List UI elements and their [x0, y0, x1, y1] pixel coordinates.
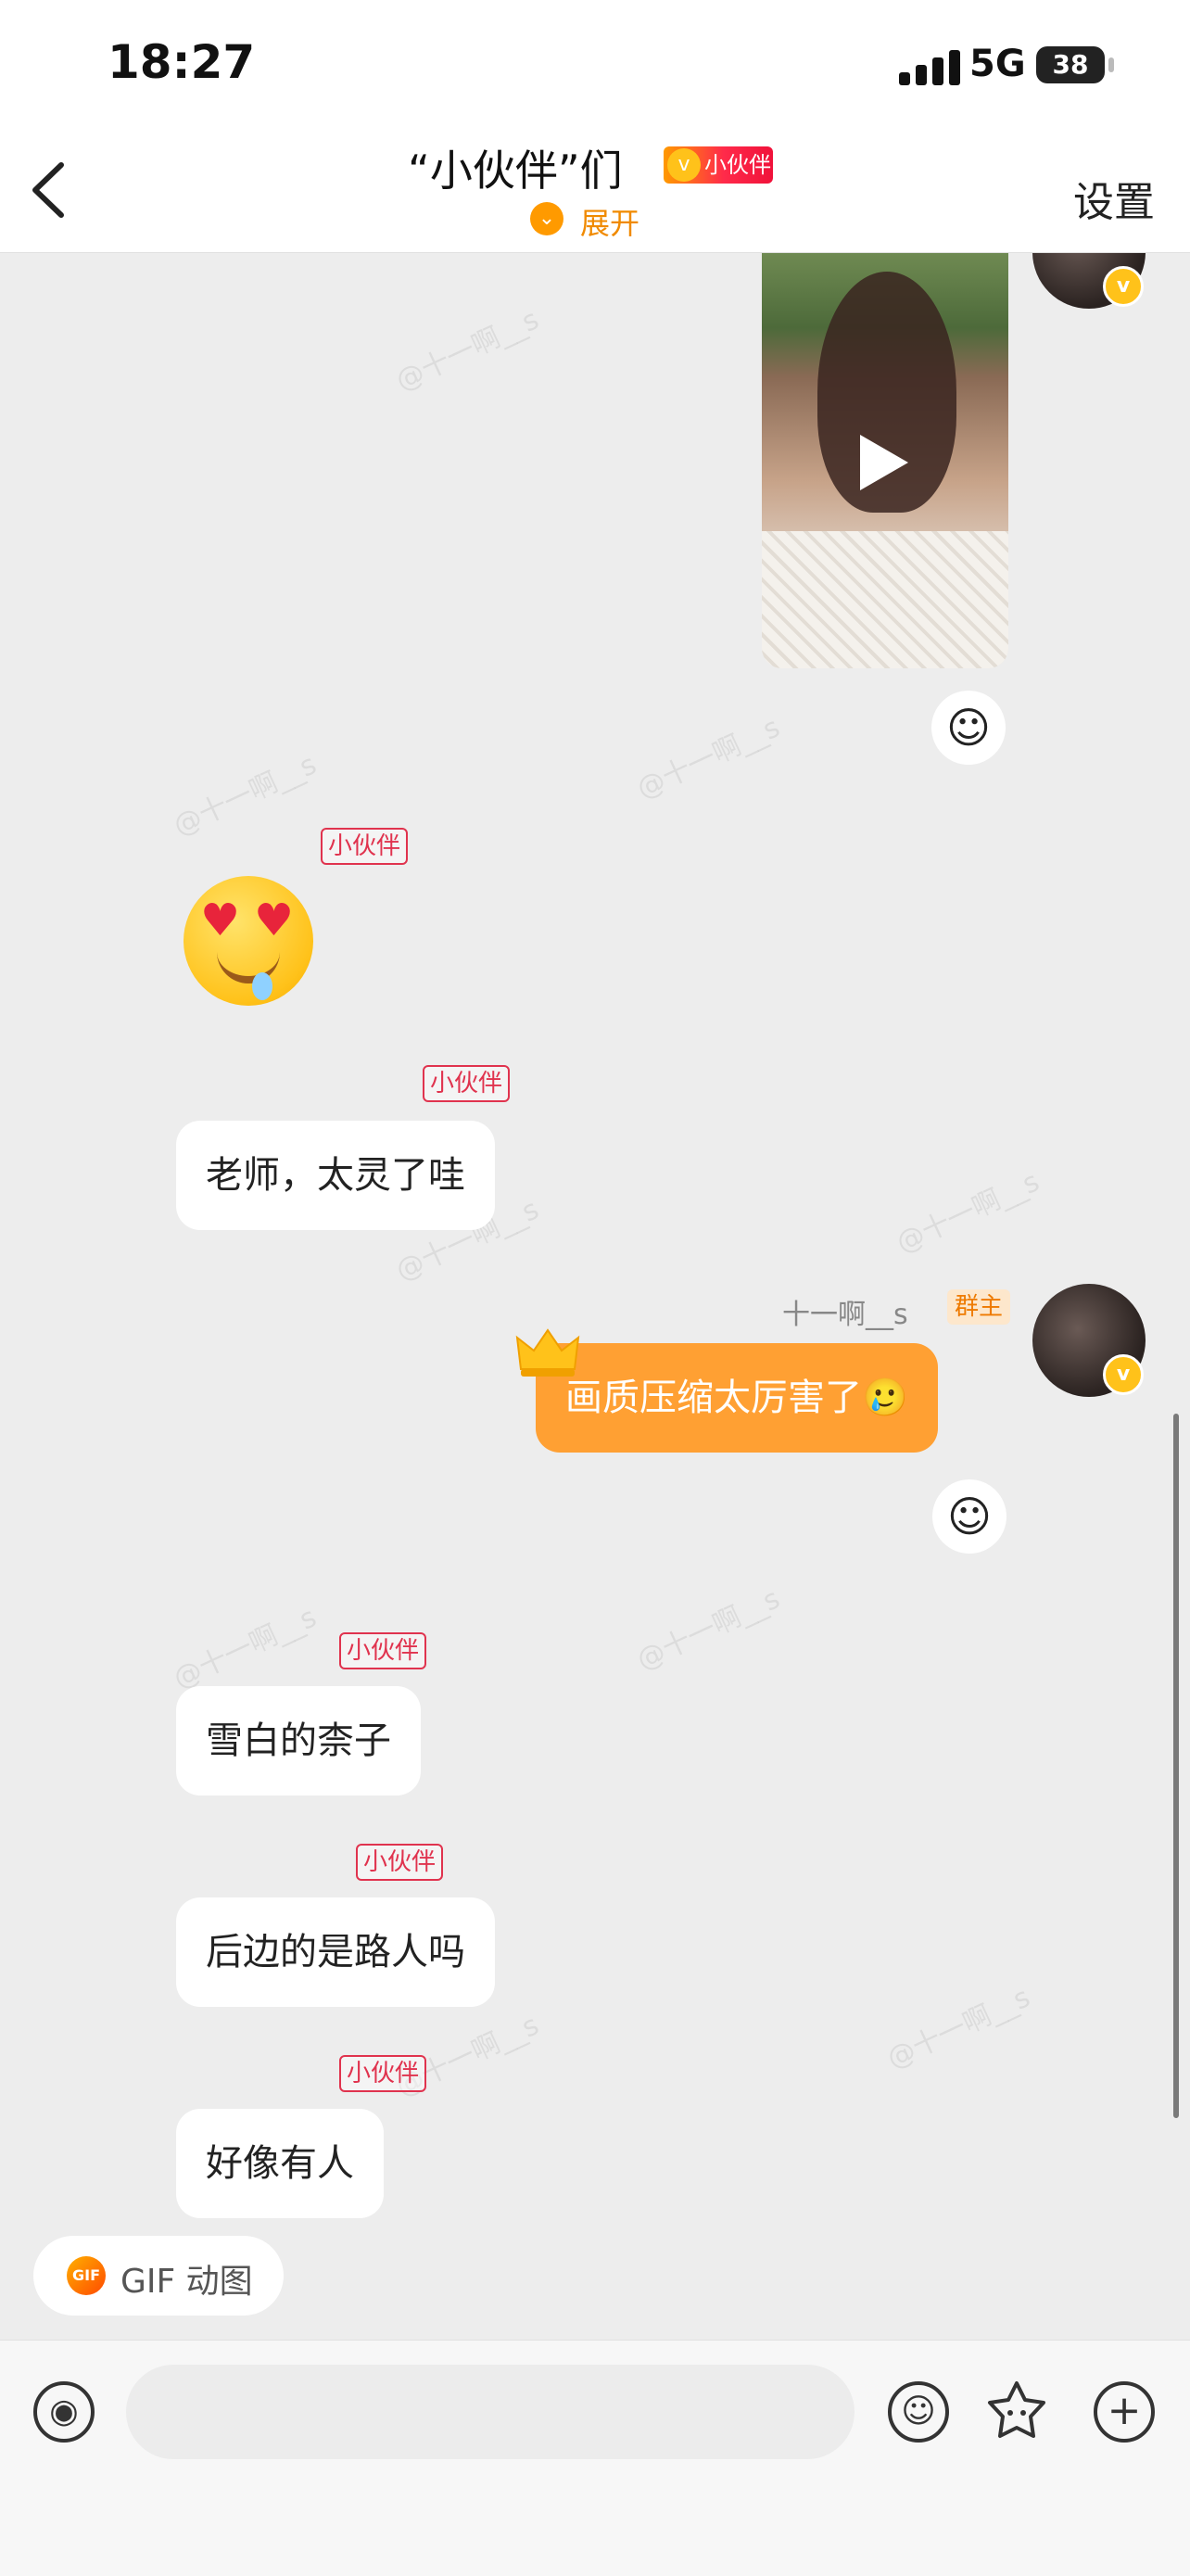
watermark: @十一啊__s	[891, 1165, 1044, 1261]
back-arrow-icon[interactable]	[22, 158, 78, 222]
signal-icon	[899, 50, 960, 85]
gif-icon: GIF	[67, 2256, 106, 2295]
vip-shield-icon: v	[667, 148, 701, 182]
member-tag: 小伙伴	[321, 828, 409, 865]
status-time: 18:27	[108, 35, 256, 89]
message-bubble[interactable]: 老师，太灵了哇	[176, 1121, 495, 1230]
chat-scrollbar[interactable]	[1173, 1414, 1179, 2118]
group-owner-tag: 群主	[947, 1289, 1011, 1325]
watermark: @十一啊__s	[168, 748, 322, 844]
add-reaction-icon[interactable]: ☺	[932, 1479, 1006, 1554]
input-bar: ◉ ☺ +	[0, 2340, 1190, 2576]
verified-badge-icon: v	[1103, 266, 1144, 307]
watermark: @十一啊__s	[168, 1601, 322, 1696]
member-tag: 小伙伴	[339, 1632, 427, 1669]
video-message[interactable]	[762, 253, 1008, 668]
member-tag: 小伙伴	[339, 2055, 427, 2092]
play-icon[interactable]	[860, 435, 908, 490]
watermark: @十一啊__s	[631, 711, 785, 806]
message-input[interactable]	[126, 2365, 855, 2459]
sticker-icon[interactable]	[982, 2378, 1051, 2446]
gif-sticker-button[interactable]: GIF GIF 动图	[33, 2236, 284, 2316]
watermark: @十一啊__s	[390, 303, 544, 399]
chevron-down-icon: ⌄	[530, 202, 563, 235]
gif-label: GIF 动图	[120, 2263, 253, 2301]
group-level-badge: v 小伙伴	[664, 146, 773, 184]
group-level-badge-label: 小伙伴	[704, 152, 771, 178]
add-reaction-icon[interactable]: ☺	[931, 691, 1006, 765]
battery-cap	[1108, 57, 1114, 72]
message-bubble[interactable]: 好像有人	[176, 2109, 384, 2218]
my-message-bubble[interactable]: 画质压缩太厉害了🥲	[536, 1343, 938, 1453]
message-bubble[interactable]: 雪白的柰子	[176, 1686, 421, 1796]
message-bubble[interactable]: 后边的是路人吗	[176, 1897, 495, 2007]
verified-badge-icon: v	[1103, 1354, 1144, 1395]
plus-icon[interactable]: +	[1094, 2381, 1155, 2443]
network-type: 5G	[969, 43, 1026, 85]
watermark: @十一啊__s	[881, 1981, 1035, 2076]
sender-name: 十一啊__s	[782, 1299, 908, 1331]
crown-icon	[515, 1328, 580, 1377]
chat-area[interactable]: @十一啊__s @十一啊__s @十一啊__s @十一啊__s @十一啊__s …	[0, 253, 1190, 2339]
battery-icon: 38	[1036, 46, 1105, 83]
settings-button[interactable]: 设置	[1073, 169, 1155, 228]
chat-header: “小伙伴”们 v 小伙伴 ⌄ 展开 设置	[0, 130, 1190, 253]
group-title[interactable]: “小伙伴”们	[408, 137, 623, 198]
message-input-wrapper[interactable]	[126, 2365, 855, 2459]
heart-eye-left: ♥	[200, 895, 241, 946]
voice-icon[interactable]: ◉	[33, 2381, 95, 2443]
watermark: @十一啊__s	[631, 1582, 785, 1678]
member-tag: 小伙伴	[356, 1844, 444, 1881]
emoji-drool	[252, 972, 272, 1000]
member-tag: 小伙伴	[423, 1065, 511, 1102]
heart-eye-right: ♥	[254, 895, 295, 946]
expand-label: 展开	[580, 206, 640, 241]
video-thumbnail-lace	[762, 531, 1008, 668]
emoji-icon[interactable]: ☺	[888, 2381, 949, 2443]
status-bar: 18:27 5G 38	[0, 0, 1190, 130]
heart-eyes-emoji[interactable]: ♥ ♥	[184, 876, 313, 1006]
